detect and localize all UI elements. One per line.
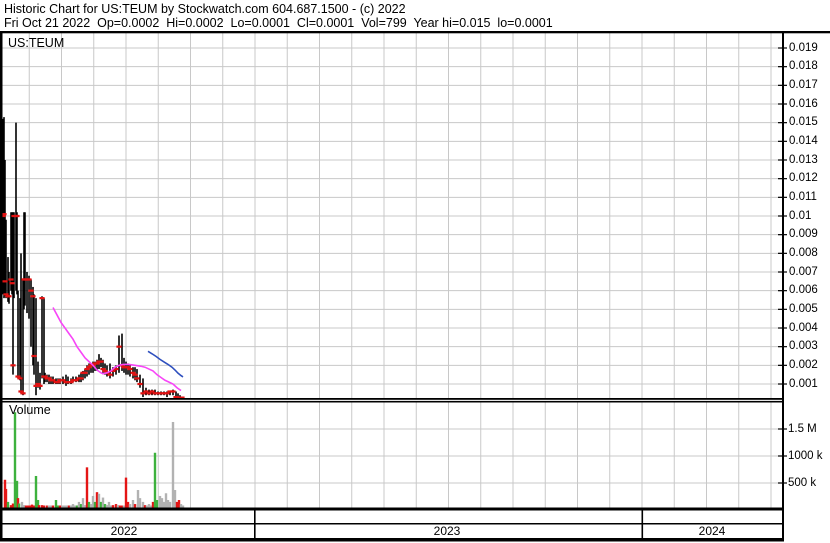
- price-axis-label: 0.005: [789, 302, 818, 315]
- price-axis-label: 0.001: [789, 377, 818, 390]
- price-axis-label: 0.019: [789, 41, 818, 54]
- price-axis-label: 0.016: [789, 97, 818, 110]
- stockwatch-historic-chart: Historic Chart for US:TEUM by Stockwatch…: [0, 0, 830, 543]
- stock-chart-canvas: [0, 31, 830, 542]
- price-axis-label: 0.01: [789, 209, 812, 222]
- price-axis-label: 0.013: [789, 153, 818, 166]
- price-axis-label: 0.017: [789, 78, 818, 91]
- year-label: 2022: [110, 524, 138, 538]
- moving-average-blue: [147, 350, 184, 378]
- price-axis-label: 0.008: [789, 246, 818, 259]
- chart-gridlines: [2, 33, 782, 508]
- price-axis-label: 0.003: [789, 340, 818, 353]
- price-axis-label: 0.011: [789, 190, 817, 203]
- year-label: 2024: [698, 524, 726, 538]
- price-axis-label: 0.018: [789, 60, 818, 73]
- price-axis-label: 0.004: [789, 321, 818, 334]
- chart-borders: [0, 31, 830, 542]
- price-axis-label: 0.007: [789, 265, 818, 278]
- volume-panel-label: Volume: [9, 403, 51, 417]
- price-axis-label: 0.006: [789, 284, 818, 297]
- price-axis-label: 0.009: [789, 228, 818, 241]
- price-axis-label: 0.014: [789, 134, 818, 147]
- year-label: 2023: [433, 524, 461, 538]
- volume-axis-label: 1000 k: [788, 449, 823, 462]
- volume-axis-label: 1.5 M: [788, 422, 817, 435]
- symbol-label: US:TEUM: [8, 36, 65, 50]
- price-axis-label: 0.012: [789, 172, 818, 185]
- price-axis-label: 0.002: [789, 358, 818, 371]
- price-axis-label: 0.015: [789, 116, 818, 129]
- volume-axis-label: 500 k: [788, 476, 817, 489]
